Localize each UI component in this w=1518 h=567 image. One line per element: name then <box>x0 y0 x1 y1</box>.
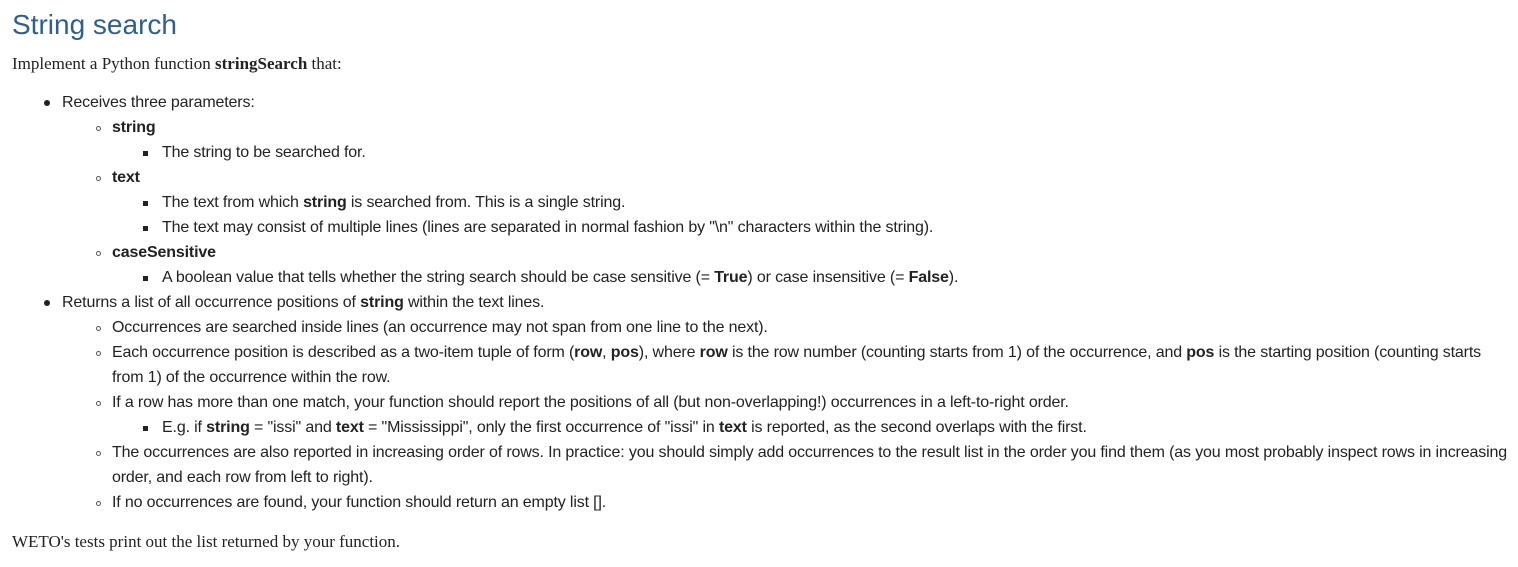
intro-paragraph: Implement a Python function stringSearch… <box>12 54 342 73</box>
param-description: The text may consist of multiple lines (… <box>112 215 1512 240</box>
example-item: E.g. if string = "issi" and text = "Miss… <box>112 415 1512 440</box>
bullet-circle-icon <box>96 501 101 506</box>
list-item-returns: Returns a list of all occurrence positio… <box>12 290 1512 515</box>
param-string: string The string to be searched for. <box>62 115 1512 165</box>
bullet-circle-icon <box>96 401 101 406</box>
function-name: stringSearch <box>215 54 308 73</box>
outro-paragraph: WETO's tests print out the list returned… <box>12 532 401 551</box>
param-description: A boolean value that tells whether the s… <box>112 265 1512 290</box>
returns-detail: Occurrences are searched inside lines (a… <box>62 315 1512 340</box>
bullet-disc-icon <box>44 100 50 106</box>
bullet-circle-icon <box>96 451 101 456</box>
param-description: The text from which string is searched f… <box>112 190 1512 215</box>
param-case-sensitive: caseSensitive A boolean value that tells… <box>62 240 1512 290</box>
parameters-list: string The string to be searched for. te… <box>62 115 1512 290</box>
bullet-circle-icon <box>96 176 101 181</box>
returns-detail: The occurrences are also reported in inc… <box>62 440 1512 490</box>
param-text: text The text from which string is searc… <box>62 165 1512 240</box>
requirements-list: Receives three parameters: string The st… <box>12 90 1512 515</box>
bullet-square-icon <box>143 201 148 206</box>
returns-detail: If no occurrences are found, your functi… <box>62 490 1512 515</box>
returns-detail: Each occurrence position is described as… <box>62 340 1512 390</box>
bullet-square-icon <box>143 226 148 231</box>
bullet-disc-icon <box>44 300 50 306</box>
bullet-square-icon <box>143 426 148 431</box>
page: String search Implement a Python functio… <box>12 0 1512 554</box>
bullet-square-icon <box>143 276 148 281</box>
bullet-circle-icon <box>96 126 101 131</box>
bullet-circle-icon <box>96 351 101 356</box>
param-description: The string to be searched for. <box>112 140 1512 165</box>
bullet-circle-icon <box>96 326 101 331</box>
bullet-square-icon <box>143 151 148 156</box>
returns-detail: If a row has more than one match, your f… <box>62 390 1512 440</box>
param-name: caseSensitive <box>112 244 216 261</box>
page-title: String search <box>12 9 177 40</box>
list-item-receives: Receives three parameters: string The st… <box>12 90 1512 290</box>
param-name: string <box>112 119 156 136</box>
returns-details-list: Occurrences are searched inside lines (a… <box>62 315 1512 515</box>
param-name: text <box>112 169 140 186</box>
bullet-circle-icon <box>96 251 101 256</box>
